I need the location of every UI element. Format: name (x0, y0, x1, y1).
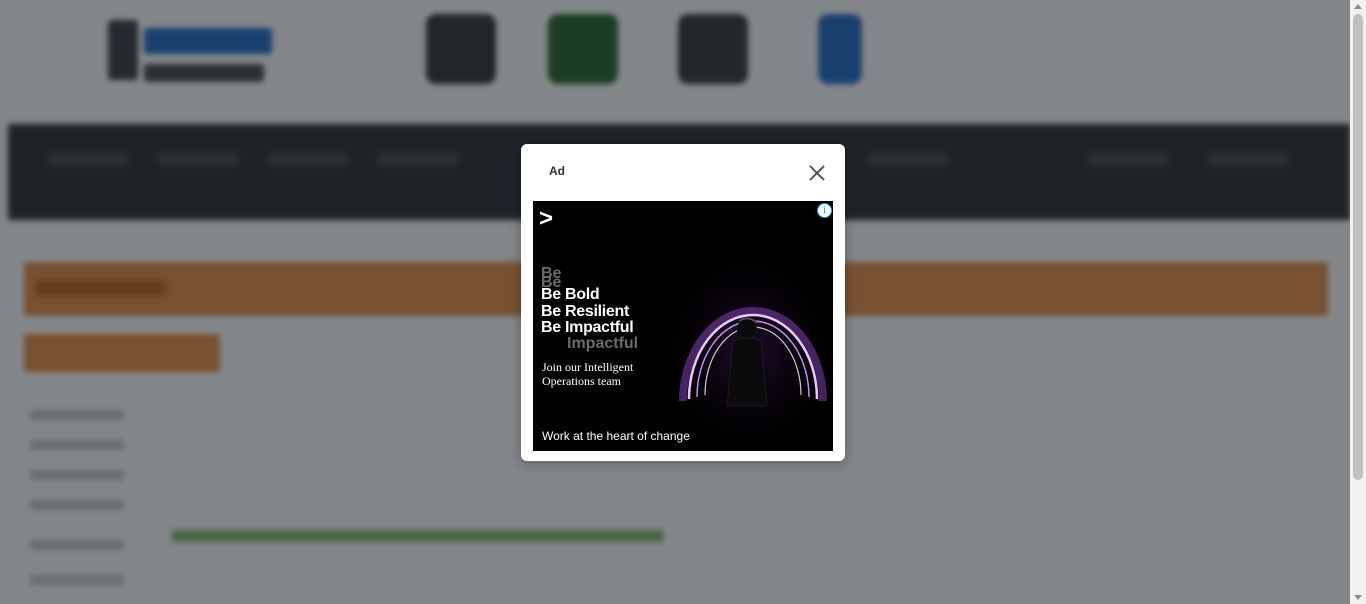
scroll-down-icon[interactable] (1354, 595, 1362, 600)
ad-subtext-line: Operations team (542, 374, 621, 388)
ad-headline: Be Bold Be Resilient Be Impactful (541, 286, 634, 337)
scroll-up-icon[interactable] (1354, 4, 1362, 9)
ad-subtext: Join our Intelligent Operations team (542, 360, 633, 388)
ad-logo: > (539, 205, 554, 232)
ad-headline-line: Be Resilient (541, 302, 629, 320)
modal-title: Ad (549, 164, 565, 178)
ad-cta-text[interactable]: Work at the heart of change (542, 429, 690, 443)
close-icon[interactable] (805, 161, 829, 185)
ad-ghost-text: Impactful (567, 335, 639, 352)
ad-info-icon[interactable]: i (817, 203, 832, 218)
ad-light-arc-graphic (663, 231, 833, 431)
scrollbar-thumb[interactable] (1353, 14, 1363, 480)
ad-subtext-line: Join our Intelligent (542, 360, 634, 374)
ad-modal: Ad i > Be Be Be Bold Be Resilient Be Imp… (521, 144, 845, 461)
page-scrollbar[interactable] (1350, 0, 1366, 604)
ad-banner[interactable]: i > Be Be Be Bold Be Resilient Be Impact… (533, 201, 833, 451)
ad-headline-line: Be Bold (541, 286, 600, 303)
